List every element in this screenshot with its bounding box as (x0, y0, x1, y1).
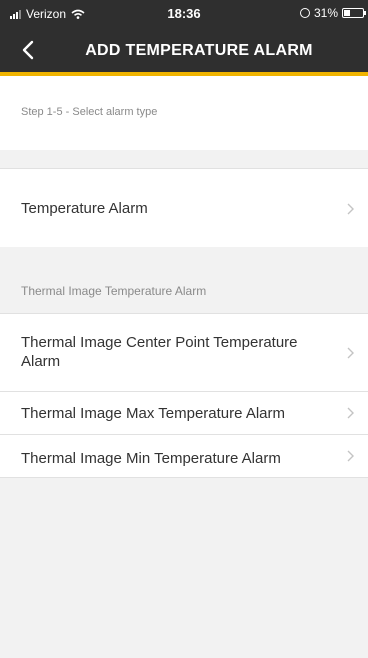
battery-icon (342, 8, 366, 18)
list-item-temperature-alarm[interactable]: Temperature Alarm (0, 169, 368, 247)
section-header: Thermal Image Temperature Alarm (0, 247, 368, 313)
section-spacer (0, 150, 368, 168)
chevron-right-icon (347, 203, 354, 215)
screen: Verizon 18:36 31% ADD TEMPERATURE ALARM … (0, 0, 368, 658)
battery-percent: 31% (313, 6, 338, 20)
list-item-min-temp[interactable]: Thermal Image Min Temperature Alarm (0, 435, 368, 477)
list-item-center-point[interactable]: Thermal Image Center Point Temperature A… (0, 314, 368, 391)
list-item-max-temp[interactable]: Thermal Image Max Temperature Alarm (0, 392, 368, 434)
chevron-right-icon (347, 450, 354, 462)
list-item-label: Temperature Alarm (21, 200, 148, 217)
list-item-label: Thermal Image Center Point Temperature A… (21, 334, 298, 370)
divider (0, 477, 368, 478)
step-label: Step 1-5 - Select alarm type (21, 106, 158, 118)
list-item-label: Thermal Image Max Temperature Alarm (21, 405, 285, 422)
chevron-right-icon (347, 347, 354, 359)
status-right: 31% (299, 6, 366, 20)
chevron-right-icon (347, 407, 354, 419)
list-item-label: Thermal Image Min Temperature Alarm (21, 450, 281, 467)
page-title: ADD TEMPERATURE ALARM (85, 42, 313, 59)
section-title: Thermal Image Temperature Alarm (21, 284, 207, 298)
orientation-lock-icon (299, 8, 310, 18)
header-bar: Verizon 18:36 31% ADD TEMPERATURE ALARM (0, 0, 368, 72)
step-indicator: Step 1-5 - Select alarm type (0, 76, 368, 150)
